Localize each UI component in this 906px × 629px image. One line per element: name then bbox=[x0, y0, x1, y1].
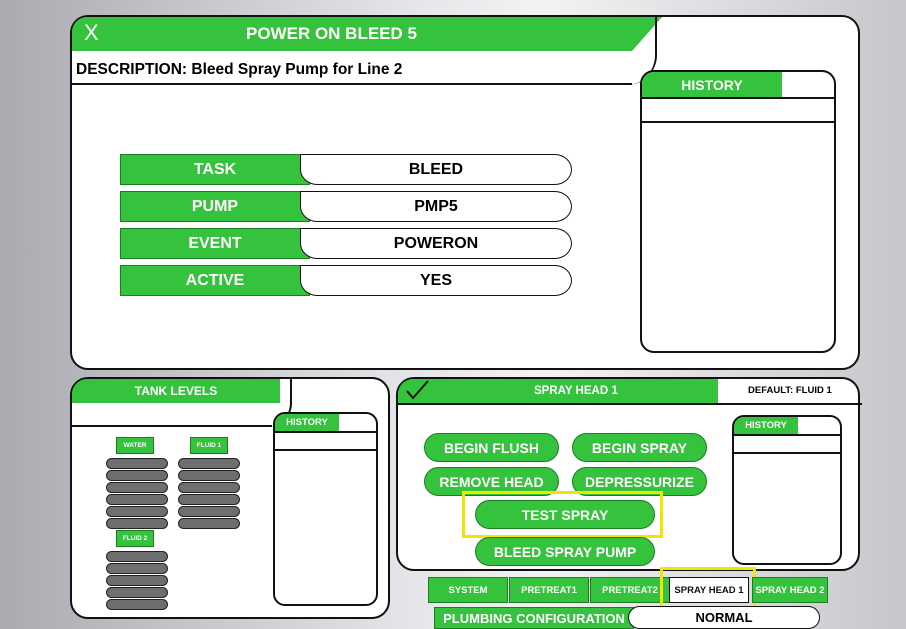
task-value: BLEED bbox=[300, 154, 572, 185]
tab-pretreat1[interactable]: PRETREAT1 bbox=[509, 577, 589, 603]
event-value: POWERON bbox=[300, 228, 572, 259]
begin-spray-button[interactable]: BEGIN SPRAY bbox=[572, 433, 707, 462]
main-history-divider bbox=[642, 97, 834, 123]
tank-history-header: HISTORY bbox=[275, 414, 339, 431]
tank-levels-title: TANK LEVELS bbox=[134, 384, 218, 398]
close-icon[interactable]: X bbox=[84, 20, 99, 46]
main-history-header: HISTORY bbox=[642, 72, 782, 97]
plumbing-config-label: PLUMBING CONFIGURATION bbox=[434, 607, 634, 629]
spray-head-strip bbox=[398, 403, 862, 406]
fluid1-tank-label: FLUID 1 bbox=[190, 437, 228, 454]
plumbing-config-value[interactable]: NORMAL bbox=[628, 606, 820, 629]
fluid2-tank-label: FLUID 2 bbox=[116, 530, 154, 547]
tab-system[interactable]: SYSTEM bbox=[428, 577, 508, 603]
tank-levels-strip bbox=[72, 403, 272, 427]
active-label: ACTIVE bbox=[120, 265, 310, 296]
tank-history-title: HISTORY bbox=[286, 417, 328, 428]
spray-history-header: HISTORY bbox=[734, 417, 798, 434]
pump-value: PMP5 bbox=[300, 191, 572, 222]
test-spray-button[interactable]: TEST SPRAY bbox=[475, 500, 655, 529]
main-history-title: HISTORY bbox=[681, 76, 743, 93]
tank-levels-header: TANK LEVELS bbox=[72, 379, 280, 403]
check-icon bbox=[404, 379, 430, 406]
bleed-spray-pump-button[interactable]: BLEED SPRAY PUMP bbox=[475, 537, 655, 566]
event-label: EVENT bbox=[120, 228, 310, 259]
tab-spray-head-1[interactable]: SPRAY HEAD 1 bbox=[669, 577, 749, 603]
spray-head-title: SPRAY HEAD 1 bbox=[534, 385, 618, 397]
page-title: POWER ON BLEED 5 bbox=[246, 24, 417, 43]
main-panel: X POWER ON BLEED 5 DESCRIPTION: Bleed Sp… bbox=[70, 15, 860, 370]
spray-history-title: HISTORY bbox=[745, 420, 787, 431]
spray-head-panel: SPRAY HEAD 1 DEFAULT: FLUID 1 BEGIN FLUS… bbox=[396, 377, 862, 571]
tab-spray-head-2[interactable]: SPRAY HEAD 2 bbox=[752, 577, 828, 603]
default-fluid-label: DEFAULT: FLUID 1 bbox=[748, 385, 832, 396]
description-text: DESCRIPTION: Bleed Spray Pump for Line 2 bbox=[76, 61, 403, 78]
fluid1-tank-levels bbox=[178, 458, 240, 529]
task-label: TASK bbox=[120, 154, 310, 185]
spray-history-divider bbox=[734, 434, 840, 454]
tab-pretreat2[interactable]: PRETREAT2 bbox=[590, 577, 670, 603]
begin-flush-button[interactable]: BEGIN FLUSH bbox=[424, 433, 559, 462]
pump-label: PUMP bbox=[120, 191, 310, 222]
tank-levels-panel: TANK LEVELS WATER FLUID 1 FLUID 2 HISTOR… bbox=[70, 377, 390, 619]
water-tank-levels bbox=[106, 458, 168, 529]
tank-history-divider bbox=[275, 431, 376, 451]
water-tank-label: WATER bbox=[116, 437, 154, 454]
active-value: YES bbox=[300, 265, 572, 296]
fluid2-tank-levels bbox=[106, 551, 168, 610]
